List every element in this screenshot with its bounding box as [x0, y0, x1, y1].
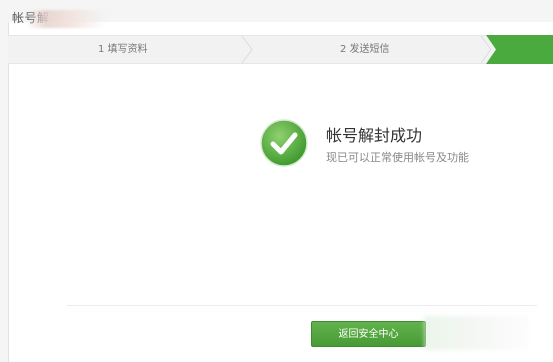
content-panel	[8, 22, 553, 362]
page-frame: 帐号解 1 填写资料 2 发送短信 帐号解封成功 现已可以正常使用帐号及功能	[0, 0, 553, 362]
success-subtitle: 现已可以正常使用帐号及功能	[326, 151, 469, 164]
blurred-title-overlay	[26, 10, 106, 28]
success-title: 帐号解封成功	[326, 126, 423, 145]
check-circle-icon	[260, 119, 308, 167]
step-fill-info: 1 填写资料	[98, 44, 148, 55]
step-complete-active	[486, 35, 553, 64]
progress-steps: 1 填写资料 2 发送短信	[8, 35, 553, 64]
success-message: 帐号解封成功 现已可以正常使用帐号及功能	[260, 117, 553, 177]
step-send-sms: 2 发送短信	[340, 44, 390, 55]
step-separator-icon	[241, 36, 253, 63]
blurred-bottom-overlay	[424, 316, 529, 350]
return-security-center-button[interactable]: 返回安全中心	[311, 321, 426, 347]
footer-divider	[67, 305, 537, 306]
